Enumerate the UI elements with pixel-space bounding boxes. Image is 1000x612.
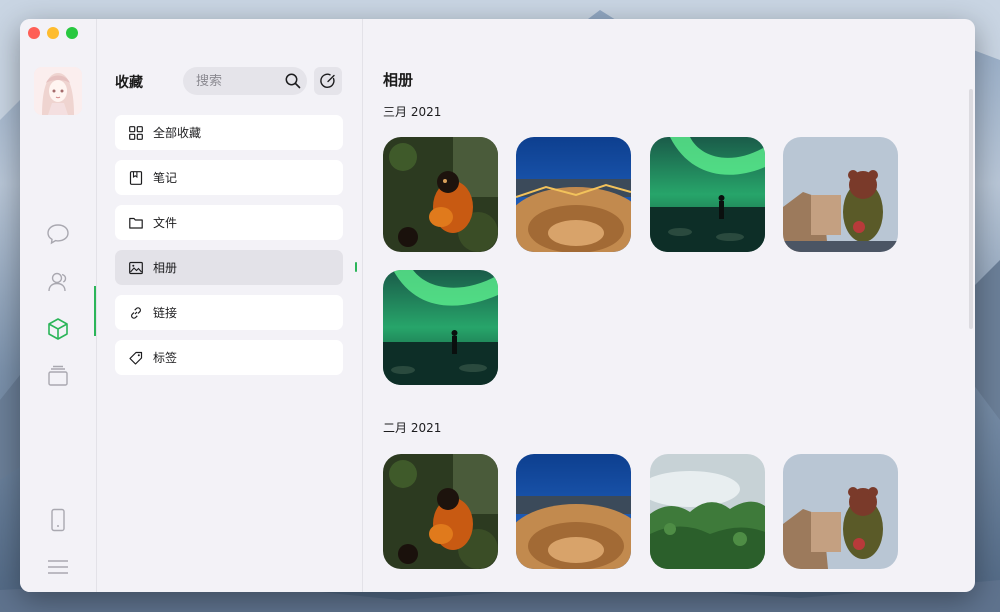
contacts-icon[interactable]: [45, 269, 71, 295]
link-icon: [129, 306, 143, 320]
minimize-window-button[interactable]: [47, 27, 59, 39]
menu-item-label: 全部收藏: [153, 126, 202, 140]
menu-item-album[interactable]: 相册: [115, 250, 343, 285]
menu-item-notes[interactable]: 笔记: [115, 160, 343, 195]
photo-thumbnail-monkey[interactable]: [383, 454, 498, 569]
grid-icon: [129, 125, 143, 140]
menu-item-label: 标签: [153, 351, 178, 365]
rail-active-indicator: [94, 286, 96, 336]
window-controls: [28, 27, 78, 39]
search-input[interactable]: [196, 73, 280, 89]
navigation-rail: [20, 19, 97, 592]
maximize-window-button[interactable]: [66, 27, 78, 39]
photo-thumbnail-forest[interactable]: [650, 454, 765, 569]
menu-item-label: 文件: [153, 216, 178, 230]
menu-item-label: 相册: [153, 261, 178, 275]
favorites-sidebar: 收藏 全部收藏 笔记: [97, 19, 363, 592]
photo-thumbnail-theatre[interactable]: [516, 454, 631, 569]
menu-item-tags[interactable]: 标签: [115, 340, 343, 375]
phone-icon[interactable]: [45, 507, 71, 533]
photo-thumbnail-aurora[interactable]: [650, 137, 765, 252]
menu-item-files[interactable]: 文件: [115, 205, 343, 240]
menu-item-all-favorites[interactable]: 全部收藏: [115, 115, 343, 150]
avatar[interactable]: [34, 67, 82, 115]
app-window: 收藏 全部收藏 笔记: [20, 19, 975, 592]
image-icon: [129, 261, 143, 275]
menu-item-label: 链接: [153, 306, 178, 320]
photo-thumbnail-theatre[interactable]: [516, 137, 631, 252]
photo-thumbnail-bear-sculpture[interactable]: [783, 454, 898, 569]
close-window-button[interactable]: [28, 27, 40, 39]
note-icon: [129, 170, 143, 185]
new-note-button[interactable]: [314, 67, 342, 95]
chat-icon[interactable]: [45, 221, 71, 247]
album-content: 相册 三月 2021 二月 2021: [363, 19, 975, 592]
sidebar-title: 收藏: [115, 75, 143, 91]
avatar-illustration: [34, 67, 82, 115]
favorites-menu: 全部收藏 笔记 文件 相册 链接 标签: [115, 115, 343, 385]
favorites-cube-icon[interactable]: [45, 316, 71, 342]
photo-thumbnail-aurora[interactable]: [383, 270, 498, 385]
menu-icon[interactable]: [45, 554, 71, 580]
active-item-indicator: [355, 262, 357, 272]
vertical-scrollbar[interactable]: [969, 89, 973, 329]
search-icon[interactable]: [284, 72, 302, 90]
photo-thumbnail-bear-sculpture[interactable]: [783, 137, 898, 252]
menu-item-label: 笔记: [153, 171, 178, 185]
section-date-label: 二月 2021: [383, 421, 442, 435]
page-title: 相册: [383, 71, 414, 89]
compose-icon: [320, 73, 335, 88]
folder-icon: [129, 216, 143, 230]
menu-item-links[interactable]: 链接: [115, 295, 343, 330]
tag-icon: [129, 351, 143, 365]
photo-thumbnail-monkey[interactable]: [383, 137, 498, 252]
section-date-label: 三月 2021: [383, 105, 442, 119]
search-box: [183, 67, 307, 95]
folder-stack-icon[interactable]: [45, 363, 71, 389]
